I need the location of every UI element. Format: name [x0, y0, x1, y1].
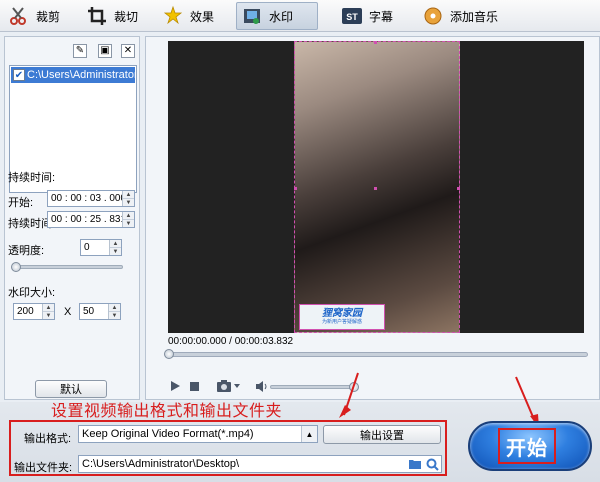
start-button-label: 开始: [498, 428, 556, 464]
annotation-arrows: [339, 372, 539, 428]
search-folder-button[interactable]: [423, 458, 441, 471]
output-folder-field[interactable]: C:\Users\Administrator\Desktop\: [78, 455, 442, 473]
open-folder-button[interactable]: [407, 458, 423, 470]
dropdown-arrow-icon[interactable]: ▲: [301, 426, 317, 442]
folder-icon: [409, 460, 421, 469]
output-format-label: 输出格式:: [24, 433, 72, 445]
output-format-value: Keep Original Video Format(*.mp4): [82, 428, 254, 440]
output-folder-label: 输出文件夹:: [14, 462, 73, 474]
search-icon: [426, 458, 439, 471]
output-folder-value: C:\Users\Administrator\Desktop\: [82, 458, 240, 470]
output-format-select[interactable]: Keep Original Video Format(*.mp4) ▲: [78, 425, 318, 443]
output-settings-button[interactable]: 输出设置: [323, 425, 441, 444]
